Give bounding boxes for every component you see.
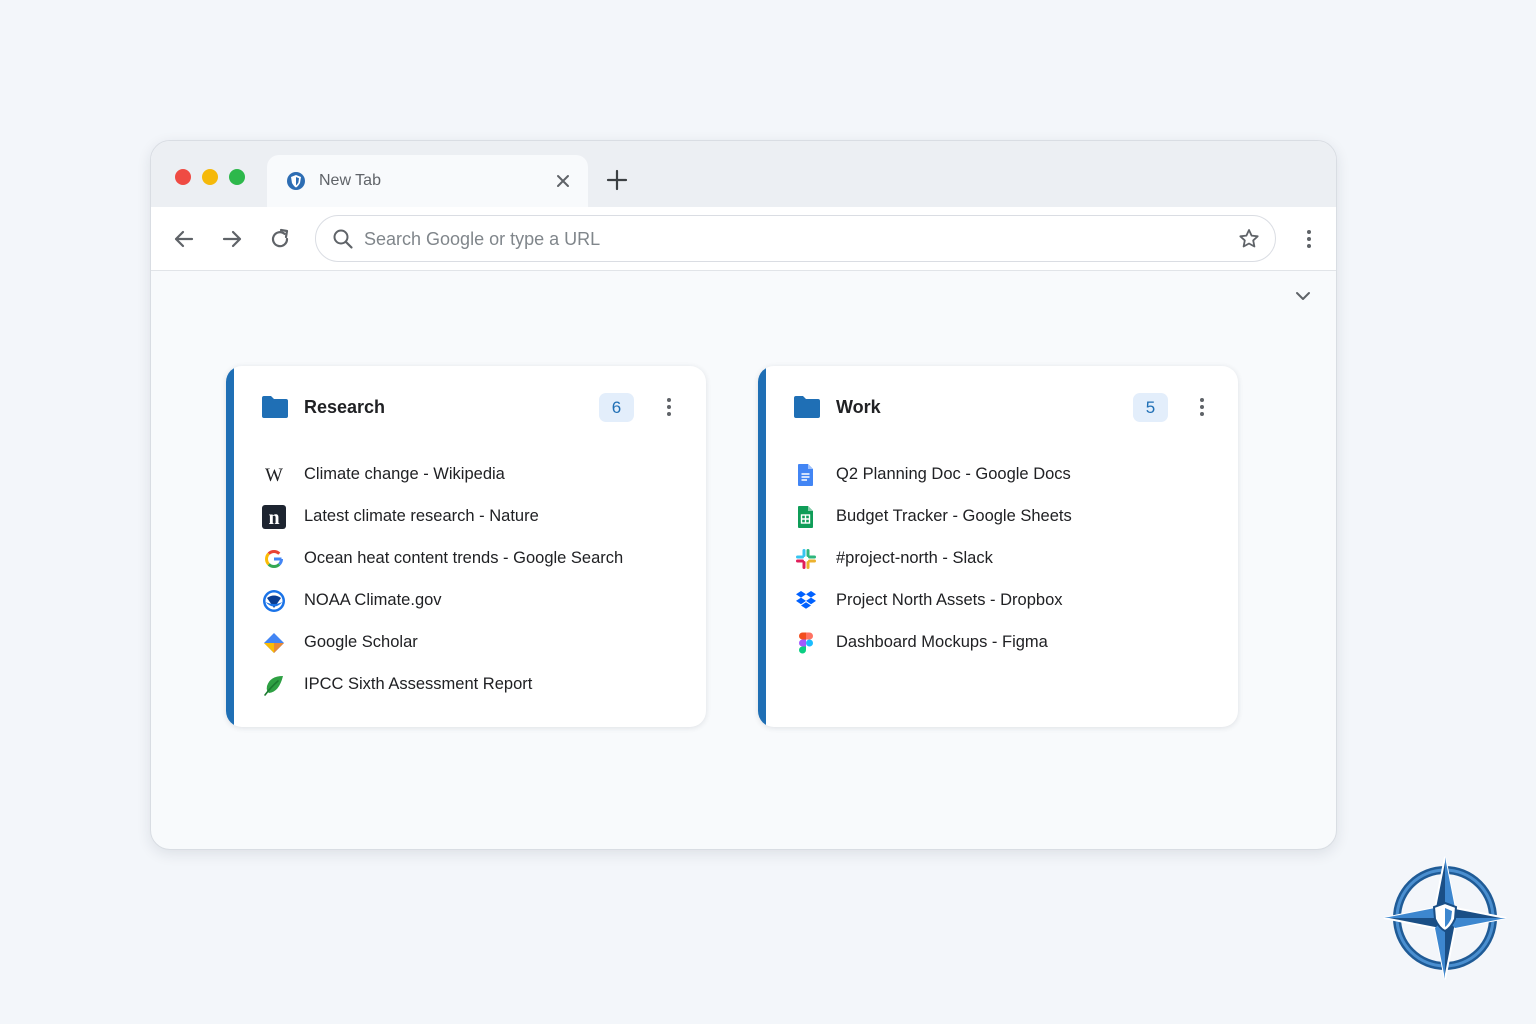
tab-group-research: Research 6 W Climate change - Wikipedia … bbox=[226, 366, 706, 727]
shield-icon bbox=[287, 172, 305, 190]
list-item[interactable]: Google Scholar bbox=[226, 622, 690, 662]
close-window-button[interactable] bbox=[175, 169, 191, 185]
dropbox-icon bbox=[796, 591, 816, 609]
list-item[interactable]: n Latest climate research - Nature bbox=[226, 496, 690, 536]
scholar-icon bbox=[264, 633, 284, 653]
browser-window: New Tab Search Google or type a URL Rese… bbox=[150, 140, 1337, 850]
url-input[interactable] bbox=[364, 224, 1164, 254]
folder-icon bbox=[262, 396, 288, 418]
compass-shield-logo-icon bbox=[1383, 856, 1507, 980]
tab-title: New Tab bbox=[319, 172, 381, 189]
item-label: Ocean heat content trends - Google Searc… bbox=[304, 549, 624, 567]
tab-strip: New Tab bbox=[151, 141, 1336, 207]
item-label: Latest climate research - Nature bbox=[304, 507, 539, 525]
group-tab-count: 6 bbox=[599, 393, 634, 422]
item-label: IPCC Sixth Assessment Report bbox=[304, 675, 533, 693]
maximize-window-button[interactable] bbox=[229, 169, 245, 185]
address-bar bbox=[315, 215, 1276, 262]
list-item[interactable]: NOAA Climate.gov bbox=[226, 580, 690, 620]
item-label: Climate change - Wikipedia bbox=[304, 465, 505, 483]
tab-group-work: Work 5 Q2 Planning Doc - Google Docs Bud… bbox=[758, 366, 1238, 727]
item-label: Project North Assets - Dropbox bbox=[836, 591, 1063, 609]
wikipedia-icon: W bbox=[265, 465, 283, 486]
group-tab-count: 5 bbox=[1133, 393, 1168, 422]
list-item[interactable]: Q2 Planning Doc - Google Docs bbox=[758, 454, 1222, 494]
group-title: Research bbox=[304, 397, 386, 417]
list-item[interactable]: W Climate change - Wikipedia bbox=[226, 454, 690, 494]
folder-icon bbox=[794, 396, 820, 418]
new-tab-plus-icon[interactable] bbox=[604, 167, 630, 193]
google-docs-icon bbox=[798, 464, 813, 486]
group-header[interactable]: Work 5 bbox=[758, 366, 1238, 450]
list-item[interactable]: IPCC Sixth Assessment Report bbox=[226, 664, 690, 704]
google-icon bbox=[265, 550, 283, 568]
group-title: Work bbox=[836, 397, 881, 417]
group-menu-icon[interactable] bbox=[657, 395, 681, 419]
item-label: Budget Tracker - Google Sheets bbox=[836, 507, 1072, 525]
group-menu-icon[interactable] bbox=[1190, 395, 1214, 419]
list-item[interactable]: Project North Assets - Dropbox bbox=[758, 580, 1222, 620]
item-label: Q2 Planning Doc - Google Docs bbox=[836, 465, 1071, 483]
item-label: NOAA Climate.gov bbox=[304, 591, 442, 609]
close-tab-icon[interactable] bbox=[552, 170, 574, 192]
bookmark-star-icon[interactable] bbox=[1237, 227, 1261, 251]
item-label: Google Scholar bbox=[304, 633, 418, 651]
reload-icon[interactable] bbox=[267, 226, 293, 252]
browser-menu-icon[interactable] bbox=[1297, 227, 1321, 251]
list-item[interactable]: Ocean heat content trends - Google Searc… bbox=[226, 538, 690, 578]
list-item[interactable]: Dashboard Mockups - Figma bbox=[758, 622, 1222, 662]
item-label: #project-north - Slack bbox=[836, 549, 993, 567]
forward-arrow-icon[interactable] bbox=[219, 226, 245, 252]
list-item[interactable]: #project-north - Slack bbox=[758, 538, 1222, 578]
noaa-icon bbox=[263, 590, 285, 612]
nature-icon: n bbox=[262, 505, 286, 529]
group-header[interactable]: Research 6 bbox=[226, 366, 706, 450]
figma-icon bbox=[799, 632, 813, 654]
google-sheets-icon bbox=[798, 506, 813, 528]
item-label: Dashboard Mockups - Figma bbox=[836, 633, 1048, 651]
tab-new-tab[interactable]: New Tab bbox=[267, 155, 588, 207]
svg-text:n: n bbox=[268, 507, 279, 529]
leaf-icon bbox=[264, 676, 283, 696]
toolbar bbox=[151, 207, 1336, 271]
svg-text:W: W bbox=[265, 465, 283, 486]
list-item[interactable]: Budget Tracker - Google Sheets bbox=[758, 496, 1222, 536]
back-arrow-icon[interactable] bbox=[171, 226, 197, 252]
chevron-down-icon[interactable] bbox=[1291, 284, 1315, 308]
minimize-window-button[interactable] bbox=[202, 169, 218, 185]
search-icon bbox=[333, 229, 353, 249]
slack-icon bbox=[796, 549, 816, 569]
